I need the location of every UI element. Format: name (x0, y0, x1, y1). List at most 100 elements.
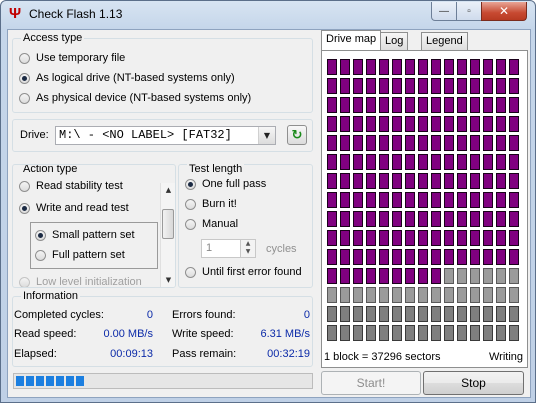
map-block-written (483, 249, 493, 265)
map-block-written (327, 173, 337, 189)
map-block-written (366, 192, 376, 208)
window-title: Check Flash 1.13 (29, 7, 123, 21)
radio-label: Until first error found (202, 266, 302, 278)
cycles-spinner[interactable]: 1 ▲ ▼ (201, 239, 256, 258)
tab-log[interactable]: Log (380, 32, 409, 50)
close-button[interactable]: ✕ (481, 2, 527, 21)
radio-circle (35, 229, 46, 241)
map-block-written (457, 249, 467, 265)
errors-found-label: Errors found: (172, 309, 236, 321)
map-block-written (496, 173, 506, 189)
map-block-written (327, 97, 337, 113)
map-block-written (366, 97, 376, 113)
progress-bar (13, 373, 313, 389)
radio-label: As logical drive (NT-based systems only) (36, 72, 235, 84)
map-block-written (509, 78, 519, 94)
radio-burn-it[interactable]: Burn it! (185, 197, 237, 211)
map-block-pending (444, 268, 454, 284)
map-block-written (405, 97, 415, 113)
radio-label: Full pattern set (52, 249, 125, 261)
map-block-written (496, 78, 506, 94)
map-block-written (353, 135, 363, 151)
radio-one-full-pass[interactable]: One full pass (185, 177, 266, 191)
map-block-written (483, 173, 493, 189)
radio-until-first-error[interactable]: Until first error found (185, 265, 302, 279)
map-block-written (470, 116, 480, 132)
map-block-pending (431, 287, 441, 303)
tab-drive-map[interactable]: Drive map (321, 30, 382, 51)
minimize-button[interactable]: — (431, 2, 457, 21)
progress-segment (66, 376, 74, 386)
cycles-label: cycles (266, 243, 297, 255)
map-block-written (379, 211, 389, 227)
map-block-written (496, 211, 506, 227)
radio-circle (19, 52, 30, 64)
map-block-written (483, 78, 493, 94)
progress-segment (76, 376, 84, 386)
radio-small-pattern-set[interactable]: Small pattern set (35, 228, 135, 242)
map-block-written (496, 249, 506, 265)
map-block-pending (366, 287, 376, 303)
map-block-written (340, 135, 350, 151)
map-block-empty (496, 306, 506, 322)
map-block-written (444, 97, 454, 113)
chevron-down-icon[interactable]: ▼ (258, 127, 275, 144)
map-block-written (405, 59, 415, 75)
map-block-written (470, 97, 480, 113)
map-block-written (392, 78, 402, 94)
map-block-written (379, 230, 389, 246)
scroll-thumb[interactable] (162, 209, 174, 239)
map-block-written (392, 116, 402, 132)
map-block-written (405, 211, 415, 227)
map-block-written (470, 173, 480, 189)
block-size-info: 1 block = 37296 sectors (324, 351, 441, 363)
map-block-written (392, 97, 402, 113)
map-block-pending (379, 287, 389, 303)
refresh-drives-button[interactable]: ↻ (287, 125, 307, 145)
map-block-written (444, 116, 454, 132)
map-block-written (340, 78, 350, 94)
radio-physical-device[interactable]: As physical device (NT-based systems onl… (19, 91, 251, 105)
map-block-written (431, 249, 441, 265)
map-block-written (379, 78, 389, 94)
map-block-written (405, 116, 415, 132)
map-block-written (444, 154, 454, 170)
map-block-empty (483, 306, 493, 322)
map-block-written (379, 154, 389, 170)
radio-full-pattern-set[interactable]: Full pattern set (35, 248, 125, 262)
map-block-written (366, 116, 376, 132)
map-block-empty (405, 306, 415, 322)
radio-manual[interactable]: Manual (185, 217, 238, 231)
map-block-empty (353, 306, 363, 322)
tab-legend[interactable]: Legend (421, 32, 468, 50)
map-block-written (509, 192, 519, 208)
radio-low-level-initialization[interactable]: Low level initialization (19, 275, 142, 287)
progress-segment (26, 376, 34, 386)
map-block-written (444, 78, 454, 94)
radio-logical-drive[interactable]: As logical drive (NT-based systems only) (19, 71, 235, 85)
radio-write-and-read-test[interactable]: Write and read test (19, 201, 129, 215)
title-bar[interactable]: Ψ Check Flash 1.13 — ▫ ✕ (1, 1, 535, 29)
radio-read-stability-test[interactable]: Read stability test (19, 179, 123, 193)
map-block-written (366, 230, 376, 246)
test-length-group: Test length One full pass Burn it! Manua… (178, 163, 313, 288)
action-type-scrollbar[interactable]: ▲ ▼ (160, 183, 175, 287)
map-block-empty (457, 325, 467, 341)
stop-button[interactable]: Stop (423, 371, 524, 395)
map-block-written (392, 192, 402, 208)
scroll-down-icon[interactable]: ▼ (161, 273, 175, 287)
map-block-written (457, 192, 467, 208)
map-block-pending (444, 287, 454, 303)
start-button[interactable]: Start! (321, 371, 421, 395)
map-block-written (418, 97, 428, 113)
radio-circle (19, 92, 30, 104)
radio-use-temporary-file[interactable]: Use temporary file (19, 51, 125, 65)
maximize-button[interactable]: ▫ (456, 2, 482, 21)
drive-select[interactable]: M:\ - <NO LABEL> [FAT32] ▼ (55, 126, 276, 145)
map-block-written (457, 135, 467, 151)
map-block-written (353, 249, 363, 265)
progress-segment (56, 376, 64, 386)
scroll-up-icon[interactable]: ▲ (161, 183, 175, 197)
map-block-written (470, 249, 480, 265)
spinner-arrows-icon[interactable]: ▲ ▼ (240, 240, 255, 257)
